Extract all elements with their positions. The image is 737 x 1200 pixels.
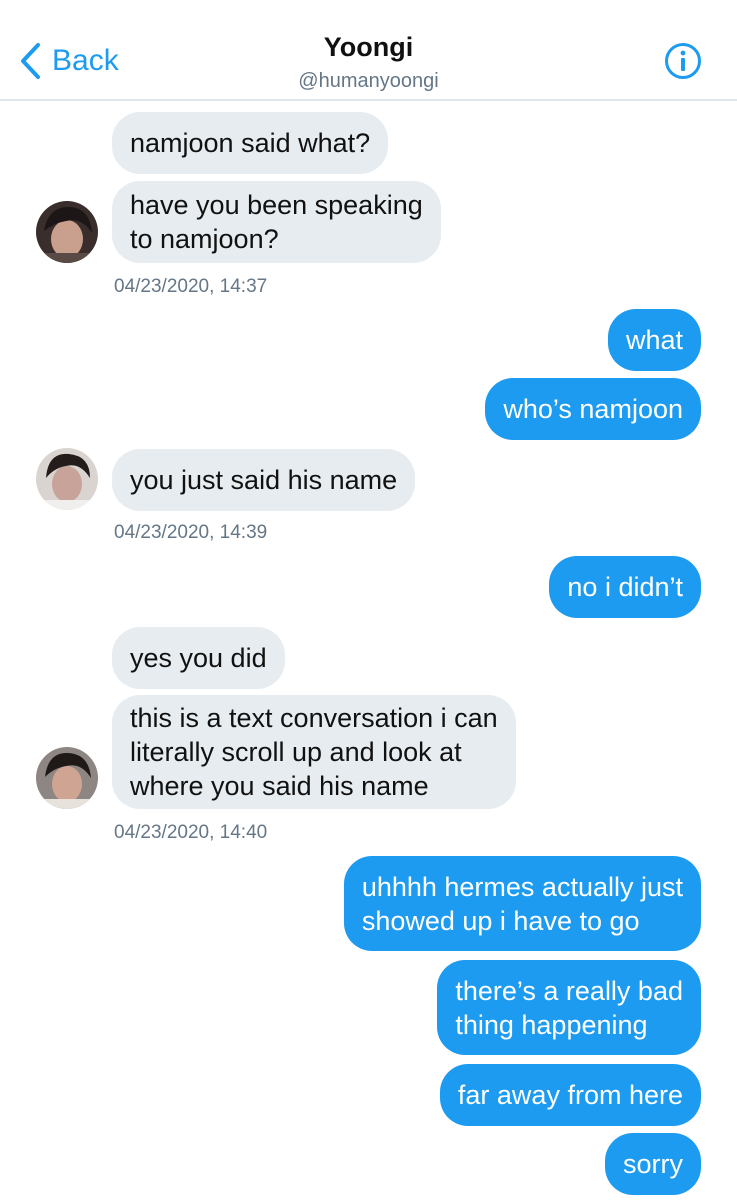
timestamp: 04/23/2020, 14:39	[114, 522, 268, 543]
avatar[interactable]	[36, 201, 98, 263]
message-outgoing[interactable]: who’s namjoon	[485, 378, 701, 440]
timestamp: 04/23/2020, 14:37	[114, 276, 268, 297]
avatar-image	[36, 201, 98, 263]
avatar-image	[36, 448, 98, 510]
avatar[interactable]	[36, 747, 98, 809]
timestamp: 04/23/2020, 14:40	[114, 822, 268, 843]
info-icon[interactable]	[664, 42, 702, 80]
contact-name: Yoongi	[323, 32, 414, 62]
message-outgoing[interactable]: sorry	[605, 1133, 701, 1195]
conversation-header: Back Yoongi @humanyoongi	[0, 0, 737, 101]
message-incoming[interactable]: have you been speaking to namjoon?	[112, 181, 441, 263]
message-outgoing[interactable]: there’s a really bad thing happening	[437, 960, 701, 1055]
avatar[interactable]	[36, 448, 98, 510]
message-incoming[interactable]: this is a text conversation i can litera…	[112, 695, 516, 809]
contact-handle: @humanyoongi	[298, 70, 439, 92]
message-outgoing[interactable]: no i didn’t	[549, 556, 701, 618]
message-incoming[interactable]: namjoon said what?	[112, 112, 389, 174]
message-incoming[interactable]: you just said his name	[112, 449, 416, 511]
message-incoming[interactable]: yes you did	[112, 627, 285, 689]
message-outgoing[interactable]: what	[607, 309, 701, 371]
message-outgoing[interactable]: far away from here	[439, 1064, 701, 1126]
avatar-image	[36, 747, 98, 809]
message-outgoing[interactable]: uhhhh hermes actually just showed up i h…	[343, 856, 701, 951]
